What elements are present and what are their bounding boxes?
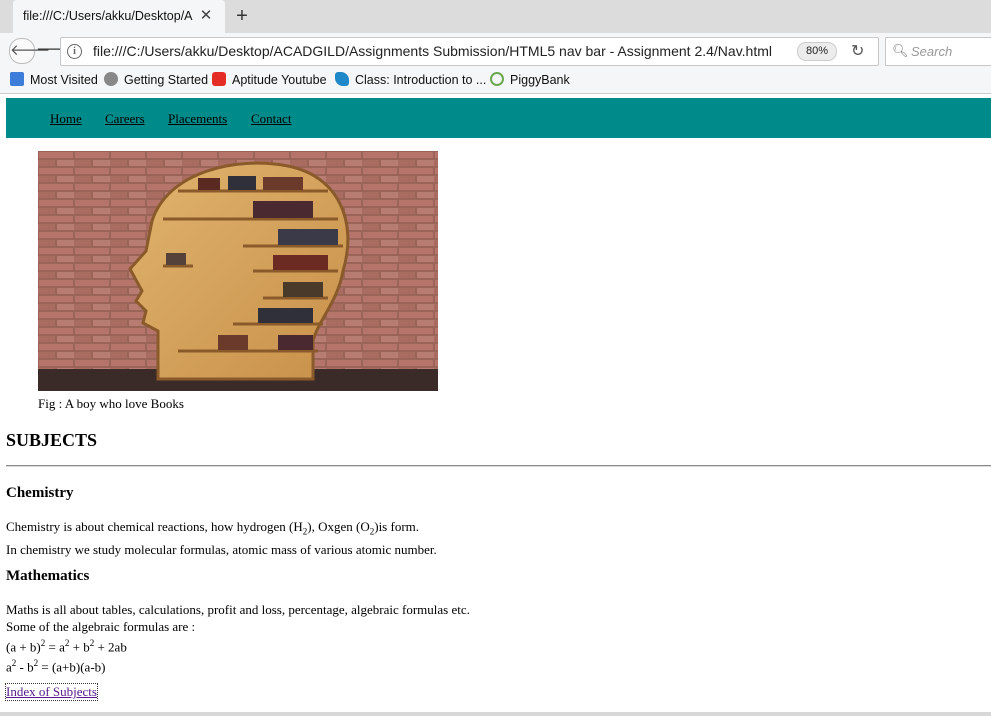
bookmark-aptitude-youtube[interactable]: Aptitude Youtube: [212, 72, 327, 90]
tab-strip: file:///C:/Users/akku/Desktop/A ✕ +: [0, 0, 991, 33]
bookmarks-toolbar: Most Visited Getting Started Aptitude Yo…: [0, 68, 991, 94]
new-tab-icon[interactable]: +: [232, 6, 252, 26]
reload-icon[interactable]: ↻: [851, 41, 864, 61]
figure-caption: Fig : A boy who love Books: [38, 396, 184, 411]
nav-link-home[interactable]: Home: [50, 111, 82, 127]
bird-icon: [335, 72, 349, 86]
chemistry-paragraph: Chemistry is about chemical reactions, h…: [6, 519, 437, 557]
firefox-icon: [104, 72, 118, 86]
search-input[interactable]: 🔍︎ Search: [885, 37, 991, 66]
bookmark-piggybank[interactable]: PiggyBank: [490, 72, 570, 90]
nav-link-placements[interactable]: Placements: [168, 111, 227, 127]
nav-link-careers[interactable]: Careers: [105, 111, 145, 127]
back-icon[interactable]: 🡐: [9, 38, 50, 64]
piggybank-icon: [490, 72, 504, 86]
search-icon: 🔍︎: [892, 43, 909, 58]
site-info-icon[interactable]: i: [67, 44, 82, 59]
horizontal-scrollbar[interactable]: [0, 712, 991, 716]
bookshelf-head-image: [38, 151, 438, 391]
zoom-badge[interactable]: 80%: [797, 42, 837, 61]
youtube-icon: [212, 72, 226, 86]
search-placeholder: Search: [911, 44, 953, 59]
bookmark-folder-icon: [10, 72, 24, 86]
browser-tab[interactable]: file:///C:/Users/akku/Desktop/A ✕: [13, 0, 225, 33]
nav-link-contact[interactable]: Contact: [251, 111, 291, 127]
page-heading: SUBJECTS: [6, 430, 98, 450]
browser-toolbar: 🡐 🡒 i file:///C:/Users/akku/Desktop/ACAD…: [0, 33, 991, 68]
bookmark-most-visited[interactable]: Most Visited: [10, 72, 98, 90]
tab-title: file:///C:/Users/akku/Desktop/A: [23, 9, 193, 23]
close-tab-icon[interactable]: ✕: [198, 8, 214, 24]
site-nav: Home Careers Placements Contact: [6, 98, 991, 138]
mathematics-heading: Mathematics: [6, 568, 90, 584]
mathematics-paragraph: Maths is all about tables, calculations,…: [6, 602, 470, 675]
horizontal-rule: [6, 465, 991, 467]
chemistry-heading: Chemistry: [6, 485, 74, 501]
address-bar[interactable]: i file:///C:/Users/akku/Desktop/ACADGILD…: [60, 37, 879, 66]
bookmark-class-intro[interactable]: Class: Introduction to ...: [335, 72, 486, 90]
bookmark-getting-started[interactable]: Getting Started: [104, 72, 208, 90]
index-of-subjects-link[interactable]: Index of Subjects: [5, 683, 98, 701]
url-text[interactable]: file:///C:/Users/akku/Desktop/ACADGILD/A…: [93, 43, 772, 59]
forward-icon[interactable]: 🡒: [36, 38, 76, 62]
